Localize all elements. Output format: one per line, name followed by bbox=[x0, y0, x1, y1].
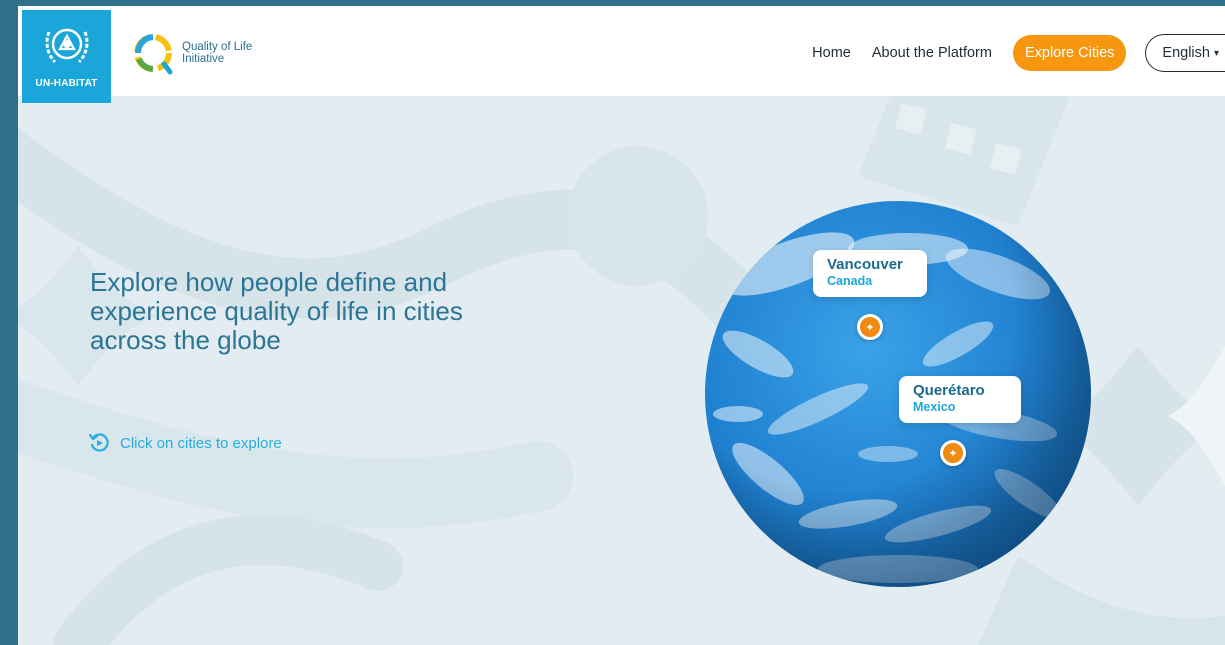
main-nav: Home About the Platform Explore Cities E… bbox=[812, 34, 1225, 72]
city-card-vancouver[interactable]: Vancouver Canada bbox=[813, 250, 927, 297]
city-pin-vancouver[interactable]: ✦ bbox=[857, 314, 883, 340]
sparkle-icon: ✦ bbox=[865, 321, 875, 334]
sparkle-icon: ✦ bbox=[948, 447, 958, 460]
chevron-down-icon: ▾ bbox=[1213, 47, 1219, 59]
qol-logo-line2: Initiative bbox=[182, 53, 225, 65]
nav-about-link[interactable]: About the Platform bbox=[872, 45, 992, 61]
app-frame: Quality of Life Initiative Home About th… bbox=[18, 6, 1225, 645]
rotate-icon bbox=[88, 433, 109, 452]
qol-circle-icon bbox=[134, 34, 173, 75]
qol-logo-line1: Quality of Life bbox=[182, 41, 253, 53]
city-name: Querétaro bbox=[913, 382, 985, 399]
qol-initiative-logo[interactable]: Quality of Life Initiative bbox=[130, 28, 252, 78]
hero-headline: Explore how people define and experience… bbox=[90, 267, 463, 355]
nav-home-link[interactable]: Home bbox=[812, 45, 851, 61]
explore-hint: Click on cities to explore bbox=[88, 432, 282, 454]
city-name: Vancouver bbox=[827, 256, 903, 273]
explore-hint-text: Click on cities to explore bbox=[120, 434, 282, 452]
city-country: Canada bbox=[827, 274, 873, 288]
city-card-queretaro[interactable]: Querétaro Mexico bbox=[899, 376, 1021, 423]
un-habitat-label: UN-HABITAT bbox=[35, 78, 98, 89]
un-emblem-icon bbox=[45, 28, 88, 64]
un-habitat-logo[interactable]: UN-HABITAT bbox=[22, 10, 111, 103]
language-label: English bbox=[1162, 45, 1210, 61]
explore-cities-button[interactable]: Explore Cities bbox=[1012, 35, 1127, 71]
language-select[interactable]: English ▾ bbox=[1145, 34, 1225, 72]
city-pin-queretaro[interactable]: ✦ bbox=[940, 440, 966, 466]
city-country: Mexico bbox=[913, 400, 956, 414]
site-header: Quality of Life Initiative Home About th… bbox=[18, 6, 1225, 96]
